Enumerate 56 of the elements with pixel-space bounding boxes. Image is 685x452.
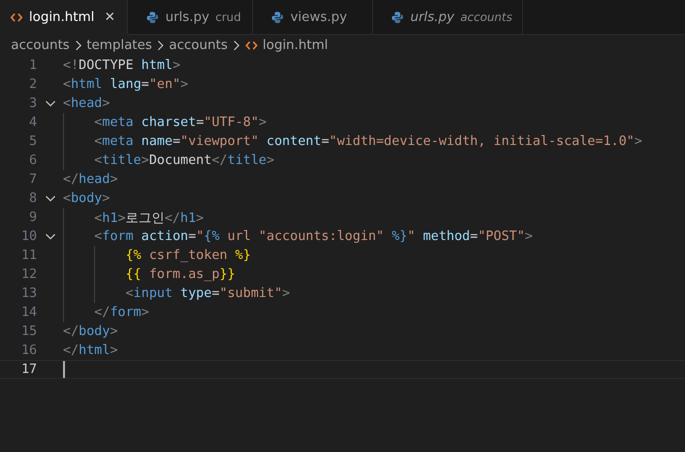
code-line: <meta name="viewport" content="width=device-width, initial-scale=1.0"> [94,134,642,149]
python-icon [271,10,284,24]
chevron-right-icon [157,40,164,50]
code-brackets-icon [10,12,23,22]
code-line: <head> [63,96,110,111]
line-number: 12 [20,267,37,282]
tab-description: crud [215,10,242,24]
code-line: <meta charset="UTF-8"> [94,115,267,130]
line-number: 5 [28,134,37,149]
line-number: 16 [20,343,37,358]
editor-tab[interactable]: login.html ✕ [0,0,128,35]
code-line: <!DOCTYPE html> [63,58,180,73]
line-number: 2 [28,77,37,92]
chevron-down-icon[interactable] [44,100,56,107]
code-line: <form action="{% url "accounts:login" %}" method="POST"> [94,229,533,244]
chevron-down-icon[interactable] [44,233,56,240]
chevron-right-icon [74,40,82,50]
line-number: 8 [28,191,37,206]
editor-tab[interactable]: urls.py crud [128,0,254,35]
breadcrumb-item[interactable]: accounts [169,38,228,52]
line-number: 3 [28,96,37,111]
line-number: 1 [28,58,37,73]
line-number: 17 [20,362,37,377]
text-cursor [63,361,65,378]
tab-description: accounts [460,10,512,24]
editor-tab[interactable]: views.py [253,0,374,35]
python-icon [391,10,404,24]
line-number: 13 [20,286,37,301]
line-number: 9 [28,210,37,225]
chevron-right-icon [232,40,240,50]
line-number: 4 [28,115,37,130]
line-number: 10 [20,229,37,244]
breadcrumb-item[interactable]: accounts [11,38,70,52]
code-line: <body> [63,191,110,206]
code-brackets-icon [244,40,258,50]
code-line: <h1>로그인</h1> [94,210,204,226]
line-number: 15 [20,324,37,339]
code-line: </form> [94,305,150,320]
editor-tab[interactable]: urls.py accounts [373,0,524,35]
code-line: <html lang="en"> [63,77,188,92]
breadcrumb-item[interactable]: templates [86,38,152,52]
code-line: </html> [63,343,118,358]
code-line: {{ form.as_p}} [126,267,236,282]
code-line: <title>Document</title> [94,153,274,168]
code-line: </head> [63,172,118,187]
code-line: <input type="submit"> [126,286,290,301]
code-line: </body> [63,324,118,339]
python-icon [146,10,160,24]
code-line: {% csrf_token %} [126,248,251,263]
breadcrumb-item[interactable]: login.html [262,38,328,52]
chevron-down-icon[interactable] [44,195,56,202]
line-number: 7 [28,172,37,187]
close-button[interactable]: ✕ [102,10,118,24]
line-number: 6 [28,153,37,168]
line-number: 11 [20,248,37,263]
line-number: 14 [20,305,37,320]
